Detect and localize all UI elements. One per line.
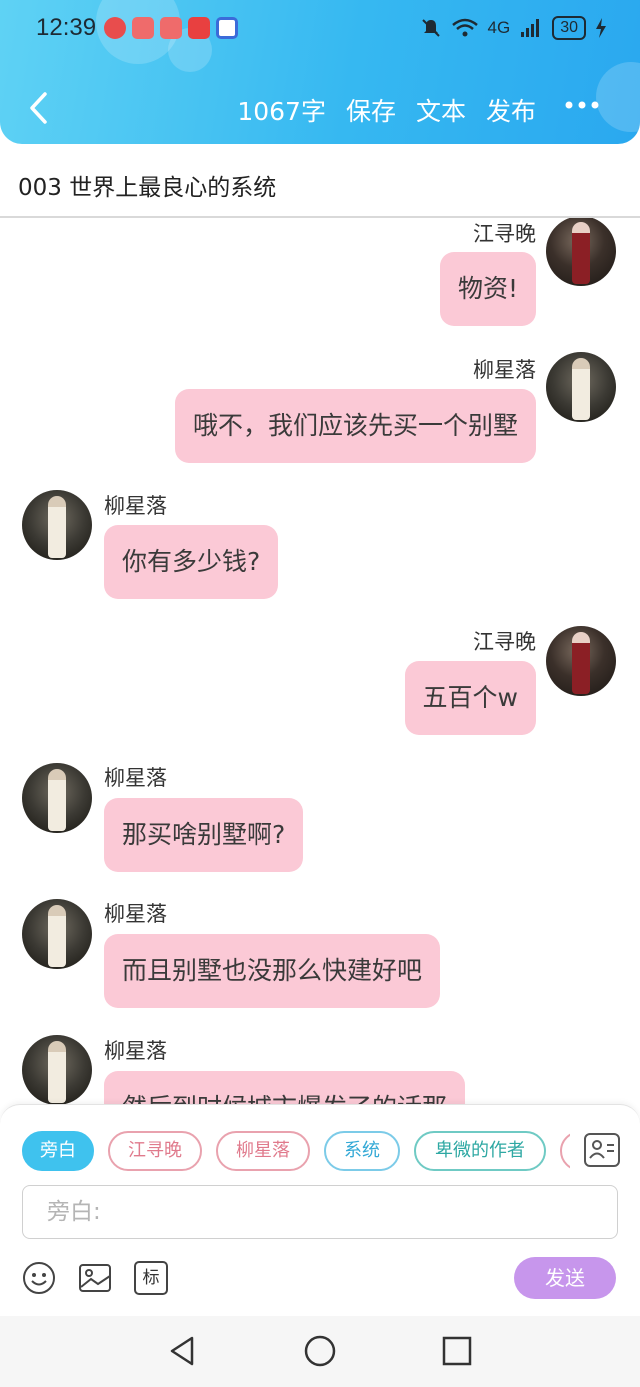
save-button[interactable]: 保存 bbox=[346, 92, 396, 128]
avatar-figure bbox=[572, 358, 590, 420]
sender-name: 柳星落 bbox=[104, 766, 167, 790]
compose-panel: 旁白 江寻晚 柳星落 系统 卑微的作者 旁白: 标 发送 bbox=[0, 1104, 640, 1316]
more-options-button[interactable] bbox=[564, 90, 600, 126]
charging-icon bbox=[596, 18, 606, 38]
avatar-figure bbox=[572, 632, 590, 694]
avatar[interactable] bbox=[22, 1035, 92, 1104]
contacts-icon bbox=[589, 1140, 614, 1159]
app-notification-icon bbox=[160, 17, 182, 39]
chapter-bar: 003 世界上最良心的系统 bbox=[0, 144, 640, 218]
sender-name: 柳星落 bbox=[104, 1039, 167, 1063]
message-bubble[interactable]: 哦不，我们应该先买一个别墅 bbox=[174, 389, 536, 463]
role-chip-system[interactable]: 系统 bbox=[324, 1131, 400, 1171]
avatar[interactable] bbox=[22, 899, 92, 969]
nav-home-icon[interactable] bbox=[303, 1334, 337, 1368]
nav-back-icon[interactable] bbox=[166, 1334, 200, 1368]
avatar-figure bbox=[48, 1041, 66, 1103]
message-bubble[interactable]: 物资! bbox=[439, 252, 536, 326]
role-chip-more[interactable] bbox=[560, 1131, 570, 1171]
status-bar: 12:39 4G 30 bbox=[0, 0, 640, 62]
nav-actions: 1067字 保存 文本 发布 bbox=[237, 92, 536, 128]
chevron-left-icon bbox=[30, 92, 47, 124]
avatar[interactable] bbox=[22, 763, 92, 833]
tag-icon-label: 标 bbox=[142, 1268, 160, 1288]
app-notification-icon bbox=[216, 17, 238, 39]
message-bubble[interactable]: 而且别墅也没那么快建好吧 bbox=[104, 934, 441, 1008]
app-notification-icon bbox=[104, 17, 126, 39]
chapter-title[interactable]: 003 世界上最良心的系统 bbox=[18, 168, 276, 202]
system-nav-bar bbox=[0, 1316, 640, 1387]
tag-button[interactable]: 标 bbox=[134, 1261, 168, 1295]
send-button[interactable]: 发送 bbox=[514, 1257, 616, 1299]
message-list[interactable]: 江寻晚 物资! 柳星落 哦不，我们应该先买一个别墅 柳星落 你有多少钱? 江寻晚… bbox=[0, 218, 640, 1104]
avatar-figure bbox=[48, 496, 66, 558]
message-input[interactable]: 旁白: bbox=[22, 1185, 618, 1239]
notification-icons bbox=[104, 17, 238, 39]
avatar-figure bbox=[48, 905, 66, 967]
word-count: 1067字 bbox=[237, 97, 326, 126]
back-button[interactable] bbox=[18, 88, 58, 128]
role-manage-button[interactable] bbox=[584, 1133, 620, 1167]
role-selector[interactable]: 旁白 江寻晚 柳星落 系统 卑微的作者 bbox=[22, 1131, 570, 1173]
message-bubble[interactable]: 五百个w bbox=[404, 661, 536, 735]
role-chip-jiang[interactable]: 江寻晚 bbox=[108, 1131, 202, 1171]
sender-name: 柳星落 bbox=[473, 358, 536, 382]
app-notification-icon bbox=[132, 17, 154, 39]
avatar[interactable] bbox=[22, 490, 92, 560]
avatar-figure bbox=[572, 222, 590, 284]
role-chip-author[interactable]: 卑微的作者 bbox=[414, 1131, 546, 1171]
battery-level: 30 bbox=[552, 16, 586, 40]
message-bubble[interactable]: 你有多少钱? bbox=[104, 525, 279, 599]
role-chip-liu[interactable]: 柳星落 bbox=[216, 1131, 310, 1171]
sender-name: 江寻晚 bbox=[473, 630, 536, 654]
network-type: 4G bbox=[487, 18, 511, 37]
sender-name: 柳星落 bbox=[104, 494, 167, 518]
mute-bell-icon bbox=[421, 19, 440, 37]
nav-recents-icon[interactable] bbox=[440, 1334, 474, 1368]
app-notification-icon bbox=[188, 17, 210, 39]
avatar[interactable] bbox=[546, 218, 616, 286]
message-bubble[interactable]: 那买啥别墅啊? bbox=[104, 798, 304, 872]
more-horizontal-icon bbox=[565, 101, 599, 109]
text-button[interactable]: 文本 bbox=[416, 92, 466, 128]
avatar-figure bbox=[48, 769, 66, 831]
sender-name: 江寻晚 bbox=[473, 222, 536, 246]
sender-name: 柳星落 bbox=[104, 902, 167, 926]
role-chip-narrator[interactable]: 旁白 bbox=[22, 1131, 94, 1171]
emoji-icon[interactable] bbox=[22, 1261, 56, 1295]
signal-icon bbox=[521, 19, 540, 37]
status-time: 12:39 bbox=[36, 14, 97, 41]
wifi-icon bbox=[451, 18, 478, 37]
status-right: 4G 30 bbox=[420, 16, 606, 40]
publish-button[interactable]: 发布 bbox=[486, 92, 536, 128]
image-icon[interactable] bbox=[78, 1261, 112, 1295]
app-header: 12:39 4G 30 1067字 保存 文本 发布 bbox=[0, 0, 640, 144]
avatar[interactable] bbox=[546, 626, 616, 696]
avatar[interactable] bbox=[546, 352, 616, 422]
message-bubble[interactable]: 然后到时候城市爆发了的话那 bbox=[104, 1071, 466, 1104]
nav-bar: 1067字 保存 文本 发布 bbox=[0, 78, 640, 138]
